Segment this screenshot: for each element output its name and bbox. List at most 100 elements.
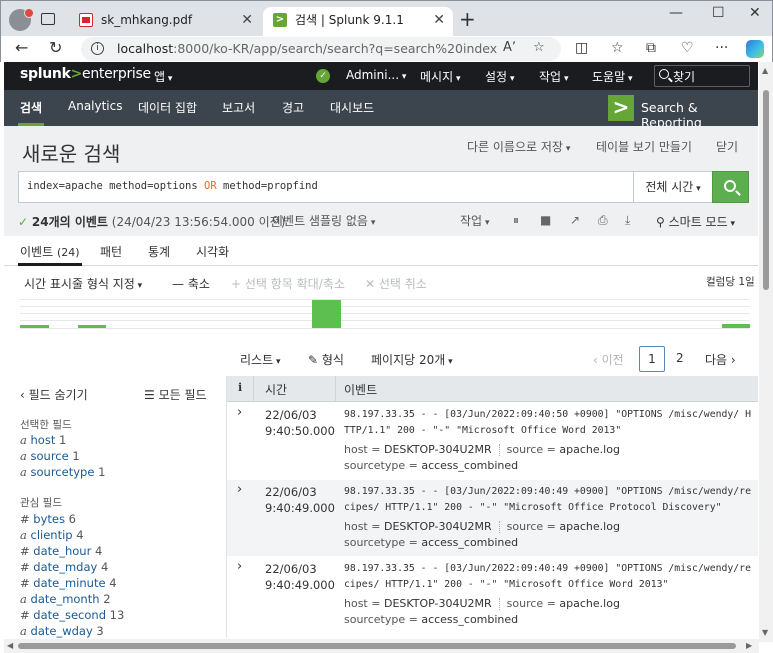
search-button[interactable]	[712, 171, 749, 203]
browser-essentials-icon[interactable]: ♡	[681, 40, 694, 56]
event-raw-text[interactable]: 98.197.33.35 - - [03/Jun/2022:09:40:49 +…	[344, 561, 754, 593]
format-button[interactable]: ✎ 형식	[308, 351, 344, 368]
health-status-icon[interactable]: ✓	[316, 69, 330, 83]
scroll-down-icon[interactable]: ▼	[762, 628, 768, 637]
expand-row-icon[interactable]: ›	[237, 559, 242, 574]
tab-actions-icon[interactable]	[41, 13, 55, 25]
field-item[interactable]: a source 1	[20, 449, 80, 463]
list-view-menu[interactable]: 리스트	[240, 351, 281, 368]
timeline-bar[interactable]	[312, 300, 341, 328]
profile-avatar-icon[interactable]	[9, 8, 34, 31]
nav-datasets[interactable]: 데이터 집합	[138, 99, 197, 116]
apps-menu[interactable]: 앱	[154, 68, 172, 85]
site-info-icon[interactable]: i	[91, 42, 104, 55]
per-page-menu[interactable]: 페이지당 20개	[371, 351, 453, 368]
export-icon[interactable]: ⤓	[625, 213, 630, 228]
favorites-icon[interactable]: ☆	[611, 40, 624, 56]
print-icon[interactable]: ⎙	[598, 213, 608, 228]
help-menu[interactable]: 도움말	[592, 68, 633, 85]
deselect-button[interactable]: ✕ 선택 취소	[365, 275, 427, 292]
scrollbar-thumb[interactable]	[763, 90, 769, 290]
expand-row-icon[interactable]: ›	[237, 482, 242, 497]
vertical-scrollbar[interactable]: ▲ ▼	[759, 62, 773, 642]
all-fields-button[interactable]: ☰ 모든 필드	[144, 386, 207, 403]
zoom-out-button[interactable]: — 축소	[172, 275, 210, 292]
field-item[interactable]: # date_second 13	[20, 608, 124, 622]
messages-menu[interactable]: 메시지	[420, 68, 461, 85]
scroll-left-icon[interactable]: ◀	[7, 641, 13, 650]
save-as-menu[interactable]: 다른 이름으로 저장	[467, 138, 570, 155]
scroll-up-icon[interactable]: ▲	[762, 66, 768, 75]
event-raw-text[interactable]: 98.197.33.35 - - [03/Jun/2022:09:40:49 +…	[344, 484, 754, 516]
nav-analytics[interactable]: Analytics	[68, 99, 123, 113]
horizontal-scrollbar[interactable]: ◀ ▶	[4, 639, 759, 653]
prev-page-button[interactable]: ‹ 이전	[593, 351, 624, 368]
job-menu[interactable]: 작업	[460, 212, 489, 229]
minimize-icon[interactable]: —	[669, 5, 683, 21]
scroll-right-icon[interactable]: ▶	[746, 641, 752, 650]
nav-reports[interactable]: 보고서	[222, 99, 255, 116]
search-query-input[interactable]: index=apache method=options OR method=pr…	[18, 171, 638, 203]
field-item[interactable]: a clientip 4	[20, 528, 84, 542]
close-tab-icon[interactable]: ✕	[433, 7, 445, 33]
expand-row-icon[interactable]: ›	[237, 405, 242, 420]
user-menu[interactable]: Admini...	[346, 68, 406, 82]
tab-visualization[interactable]: 시각화	[196, 243, 229, 260]
browser-tab-pdf[interactable]: sk_mhkang.pdf ✕	[69, 7, 261, 37]
timeline-bar[interactable]	[20, 325, 49, 328]
close-tab-icon[interactable]: ✕	[241, 7, 253, 33]
timeline-bar[interactable]	[722, 324, 750, 328]
col-time-header[interactable]: 시간	[265, 381, 287, 398]
field-item[interactable]: a sourcetype 1	[20, 465, 105, 479]
new-tab-icon[interactable]: +	[459, 7, 476, 31]
field-item[interactable]: # date_mday 4	[20, 560, 108, 574]
event-raw-text[interactable]: 98.197.33.35 - - [03/Jun/2022:09:40:50 +…	[344, 407, 754, 439]
read-aloud-icon[interactable]: Aʼ	[503, 40, 516, 55]
page-2-button[interactable]: 2	[676, 351, 684, 365]
find-field[interactable]: 찾기	[654, 65, 750, 87]
scrollbar-thumb[interactable]	[18, 643, 736, 649]
favorite-star-icon[interactable]: ☆	[533, 40, 545, 55]
event-sampling-menu[interactable]: 이벤트 샘플링 없음	[272, 212, 375, 229]
pause-icon[interactable]: ⏸	[513, 213, 519, 228]
tab-events[interactable]: 이벤트 (24)	[20, 243, 80, 260]
hide-fields-button[interactable]: ‹ 필드 숨기기	[20, 386, 88, 403]
collections-icon[interactable]: ⧉	[646, 40, 656, 56]
activity-menu[interactable]: 작업	[539, 68, 568, 85]
next-page-button[interactable]: 다음 ›	[705, 351, 736, 368]
close-button[interactable]: 닫기	[716, 138, 738, 155]
smart-mode-menu[interactable]: ⚲ 스마트 모드	[656, 213, 735, 230]
field-item[interactable]: a date_month 2	[20, 592, 111, 606]
more-options-icon[interactable]: ···	[715, 40, 728, 56]
tab-statistics[interactable]: 통계	[148, 243, 170, 260]
field-item[interactable]: a date_wday 3	[20, 624, 104, 638]
tab-patterns[interactable]: 패턴	[100, 243, 122, 260]
timeline-bar[interactable]	[78, 325, 106, 328]
field-item[interactable]: # bytes 6	[20, 512, 76, 526]
nav-alerts[interactable]: 경고	[282, 99, 304, 116]
zoom-selection-button[interactable]: + 선택 항목 확대/축소	[231, 275, 345, 292]
field-item[interactable]: a host 1	[20, 433, 66, 447]
event-timeline[interactable]	[20, 299, 750, 329]
share-icon[interactable]: ↗	[570, 213, 580, 227]
stop-icon[interactable]: ■	[540, 213, 551, 227]
back-arrow-icon[interactable]: ←	[15, 38, 28, 57]
timeline-format-menu[interactable]: 시간 표시줄 형식 지정	[24, 275, 142, 292]
reload-icon[interactable]: ↻	[49, 38, 62, 57]
field-item[interactable]: # date_hour 4	[20, 544, 102, 558]
nav-search[interactable]: 검색	[20, 99, 42, 116]
settings-menu[interactable]: 설정	[485, 68, 514, 85]
field-item[interactable]: # date_minute 4	[20, 576, 117, 590]
create-table-view-button[interactable]: 테이블 보기 만들기	[596, 138, 692, 155]
copilot-icon[interactable]	[746, 40, 764, 58]
url-field[interactable]: i localhost:8000/ko-KR/app/search/search…	[81, 37, 561, 61]
browser-tab-splunk[interactable]: > 검색 | Splunk 9.1.1 ✕	[263, 7, 453, 37]
nav-dashboards[interactable]: 대시보드	[330, 99, 374, 116]
page-1-button[interactable]: 1	[639, 346, 665, 372]
close-window-icon[interactable]: ✕	[749, 5, 761, 21]
splunk-logo[interactable]: splunk>enterprise	[20, 66, 151, 82]
time-range-picker[interactable]: 전체 시간	[633, 171, 713, 203]
event-metadata: sourcetype = access_combined	[344, 536, 519, 549]
maximize-icon[interactable]: ☐	[712, 5, 725, 21]
split-screen-icon[interactable]: ◫	[575, 40, 588, 56]
